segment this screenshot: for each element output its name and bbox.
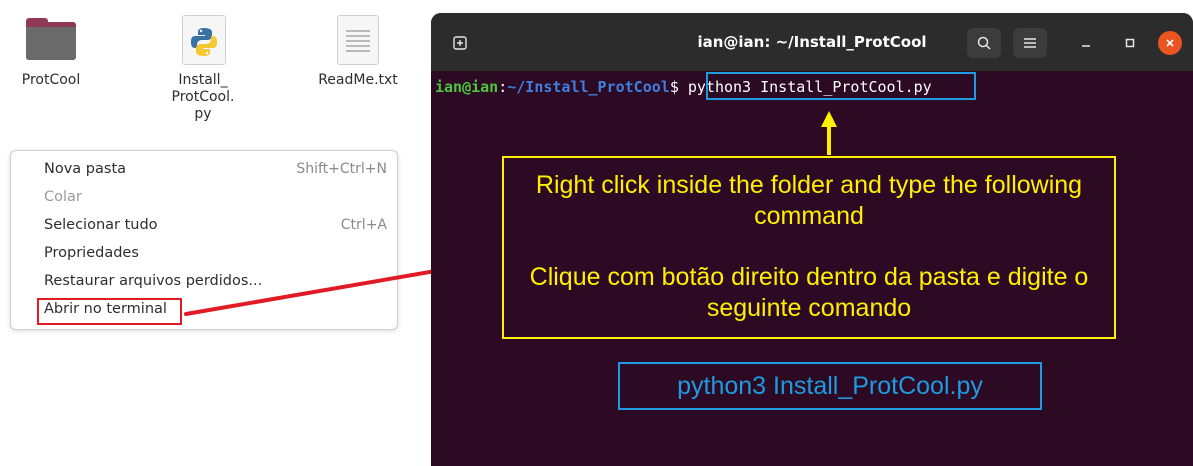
prompt-symbol: $ [669, 78, 688, 96]
prompt-path: ~/Install_ProtCool [507, 78, 670, 96]
hamburger-menu-button[interactable] [1013, 28, 1047, 58]
instruction-box: Right click inside the folder and type t… [502, 156, 1116, 339]
prompt-separator: : [498, 78, 508, 96]
hamburger-icon [1024, 38, 1036, 48]
minimize-button[interactable] [1071, 28, 1101, 58]
command-highlight-box [706, 72, 976, 100]
instruction-english: Right click inside the folder and type t… [535, 171, 1083, 230]
maximize-icon [1125, 38, 1135, 48]
close-icon [1166, 39, 1174, 47]
prompt-user: ian@ian [435, 78, 499, 96]
search-icon [977, 36, 991, 50]
terminal-titlebar[interactable]: ian@ian: ~/Install_ProtCool [431, 13, 1193, 71]
close-button[interactable] [1158, 31, 1182, 55]
instruction-portuguese: Clique com botão direito dentro da pasta… [529, 263, 1089, 322]
terminal-window[interactable]: ian@ian: ~/Install_ProtCool ian@ian:~/In… [431, 13, 1193, 466]
minimize-icon [1082, 45, 1090, 47]
maximize-button[interactable] [1115, 28, 1145, 58]
search-button[interactable] [967, 28, 1001, 58]
command-callout: python3 Install_ProtCool.py [618, 362, 1042, 410]
arrow-shaft [827, 125, 831, 155]
